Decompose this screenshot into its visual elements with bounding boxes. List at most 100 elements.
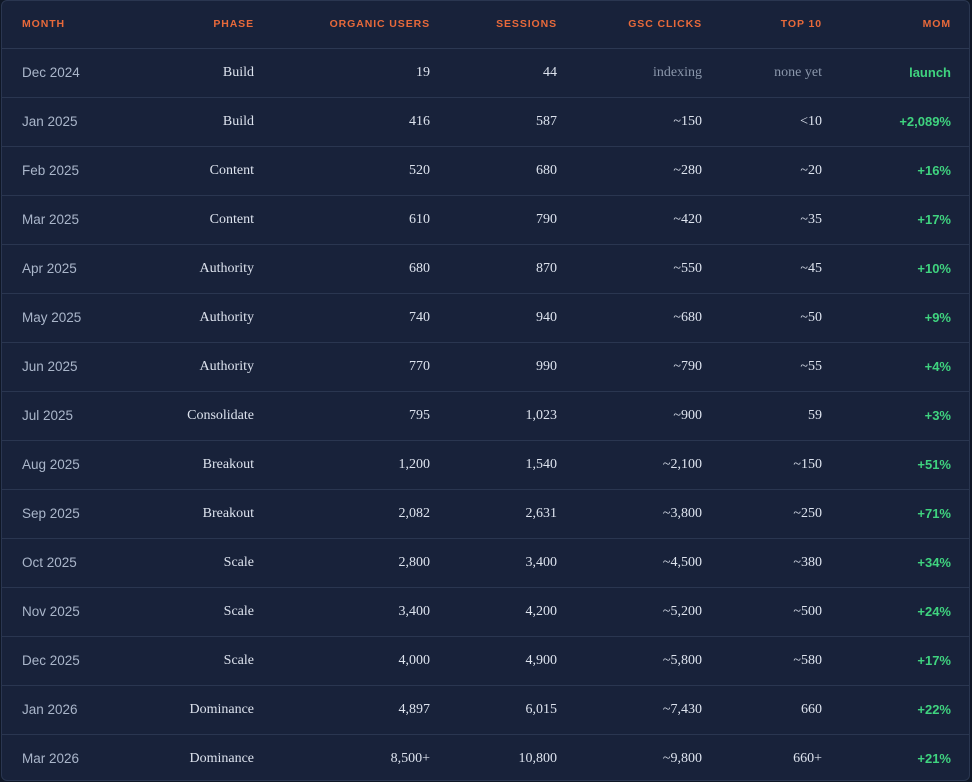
table-row: Aug 2025 Breakout 1,200 1,540 ~2,100 ~150 +51%	[2, 440, 969, 490]
cell-phase: Authority	[138, 342, 274, 392]
cell-phase: Content	[138, 146, 274, 196]
cell-month: Dec 2025	[2, 636, 138, 686]
cell-sessions: 10,800	[518, 750, 558, 766]
cell-organic-users: 680	[274, 244, 450, 294]
table-row: Jun 2025 Authority 770 990 ~790 ~55 +4%	[2, 342, 969, 392]
cell-mom: +10%	[842, 244, 969, 294]
cell-sessions: 990	[450, 342, 577, 392]
cell-organic-users: 795	[274, 391, 450, 441]
cell-phase: Scale	[138, 538, 274, 588]
cell-organic-users: 416	[274, 97, 450, 147]
cell-organic-users: 4,000	[274, 636, 450, 686]
cell-month: Jan 2025	[2, 97, 138, 147]
table-row: Apr 2025 Authority 680 870 ~550 ~45 +10%	[2, 244, 969, 294]
cell-sessions: 6,015	[450, 685, 577, 735]
cell-phase: Scale	[138, 636, 274, 686]
cell-gsc-clicks: ~2,100	[577, 440, 722, 490]
cell-organic-users: 19	[274, 48, 450, 98]
growth-table: Month Phase Organic Users Sessions GSC C…	[2, 1, 969, 780]
column-header-month[interactable]: Month	[2, 1, 138, 49]
table-row: Mar 2025 Content 610 790 ~420 ~35 +17%	[2, 195, 969, 245]
table-row: Dec 2024 Build 19 44 indexing none yet launch	[2, 48, 969, 98]
table-row: Jul 2025 Consolidate 795 1,023 ~900 59 +3%	[2, 391, 969, 441]
column-header-phase[interactable]: Phase	[138, 1, 274, 49]
column-header-top-10[interactable]: Top 10	[722, 1, 842, 49]
cell-mom: launch	[842, 48, 969, 98]
cell-month: Sep 2025	[2, 489, 138, 539]
cell-top-10: ~45	[722, 244, 842, 294]
cell-phase: Content	[138, 195, 274, 245]
cell-organic-users: 3,400	[274, 587, 450, 637]
column-header-sessions[interactable]: Sessions	[450, 1, 577, 49]
cell-sessions: 940	[450, 293, 577, 343]
cell-top-10: ~500	[722, 587, 842, 637]
cell-mom: +51%	[842, 440, 969, 490]
cell-organic-users: 520	[274, 146, 450, 196]
cell-phase: Dominance	[189, 750, 254, 766]
cell-sessions: 3,400	[450, 538, 577, 588]
cell-gsc-clicks: ~4,500	[577, 538, 722, 588]
cell-mom: +3%	[842, 391, 969, 441]
cell-organic-users: 2,082	[274, 489, 450, 539]
column-header-mom[interactable]: MoM	[842, 1, 969, 49]
table-row: Nov 2025 Scale 3,400 4,200 ~5,200 ~500 +24%	[2, 587, 969, 637]
cell-month: Jan 2026	[2, 685, 138, 735]
cell-month: Mar 2026	[22, 751, 80, 767]
cell-gsc-clicks: ~9,800	[662, 750, 702, 766]
cell-sessions: 1,540	[450, 440, 577, 490]
cell-month: Jul 2025	[2, 391, 138, 441]
cell-month: Aug 2025	[2, 440, 138, 490]
cell-organic-users: 8,500+	[390, 750, 430, 766]
table-row: Mar 2026 Dominance 8,500+ 10,800 ~9,800 660+ +…	[2, 734, 969, 780]
cell-organic-users: 770	[274, 342, 450, 392]
cell-top-10: ~150	[722, 440, 842, 490]
cell-gsc-clicks: ~7,430	[577, 685, 722, 735]
table-body: Dec 2024 Build 19 44 indexing none yet launch J…	[2, 48, 969, 780]
cell-phase: Build	[138, 48, 274, 98]
table-row: Oct 2025 Scale 2,800 3,400 ~4,500 ~380 +34%	[2, 538, 969, 588]
cell-phase: Scale	[138, 587, 274, 637]
cell-sessions: 790	[450, 195, 577, 245]
cell-sessions: 2,631	[450, 489, 577, 539]
cell-organic-users: 610	[274, 195, 450, 245]
cell-sessions: 587	[450, 97, 577, 147]
cell-month: May 2025	[2, 293, 138, 343]
cell-mom: +17%	[842, 195, 969, 245]
cell-mom: +22%	[842, 685, 969, 735]
cell-mom: +4%	[842, 342, 969, 392]
table-row: Sep 2025 Breakout 2,082 2,631 ~3,800 ~250 +71%	[2, 489, 969, 539]
cell-top-10: 660	[722, 685, 842, 735]
cell-organic-users: 2,800	[274, 538, 450, 588]
cell-gsc-clicks: ~5,200	[577, 587, 722, 637]
cell-mom: +71%	[842, 489, 969, 539]
cell-month: Dec 2024	[2, 48, 138, 98]
cell-mom: +21%	[917, 751, 951, 767]
table-header: Month Phase Organic Users Sessions GSC C…	[2, 1, 969, 49]
table-row: May 2025 Authority 740 940 ~680 ~50 +9%	[2, 293, 969, 343]
cell-top-10: ~35	[722, 195, 842, 245]
cell-top-10: ~20	[722, 146, 842, 196]
cell-sessions: 4,200	[450, 587, 577, 637]
cell-gsc-clicks: ~680	[577, 293, 722, 343]
cell-mom: +24%	[842, 587, 969, 637]
cell-organic-users: 4,897	[274, 685, 450, 735]
cell-phase: Build	[138, 97, 274, 147]
column-header-gsc-clicks[interactable]: GSC Clicks	[577, 1, 722, 49]
cell-month: Feb 2025	[2, 146, 138, 196]
cell-month: Oct 2025	[2, 538, 138, 588]
table-row: Dec 2025 Scale 4,000 4,900 ~5,800 ~580 +17%	[2, 636, 969, 686]
cell-gsc-clicks: indexing	[577, 48, 722, 98]
column-header-organic-users[interactable]: Organic Users	[274, 1, 450, 49]
table-row: Feb 2025 Content 520 680 ~280 ~20 +16%	[2, 146, 969, 196]
cell-mom: +17%	[842, 636, 969, 686]
cell-top-10: ~55	[722, 342, 842, 392]
cell-mom: +2,089%	[842, 97, 969, 147]
cell-phase: Consolidate	[138, 391, 274, 441]
cell-gsc-clicks: ~900	[577, 391, 722, 441]
cell-sessions: 4,900	[450, 636, 577, 686]
cell-top-10: ~250	[722, 489, 842, 539]
cell-mom: +16%	[842, 146, 969, 196]
cell-phase: Breakout	[138, 440, 274, 490]
cell-gsc-clicks: ~280	[577, 146, 722, 196]
cell-sessions: 870	[450, 244, 577, 294]
